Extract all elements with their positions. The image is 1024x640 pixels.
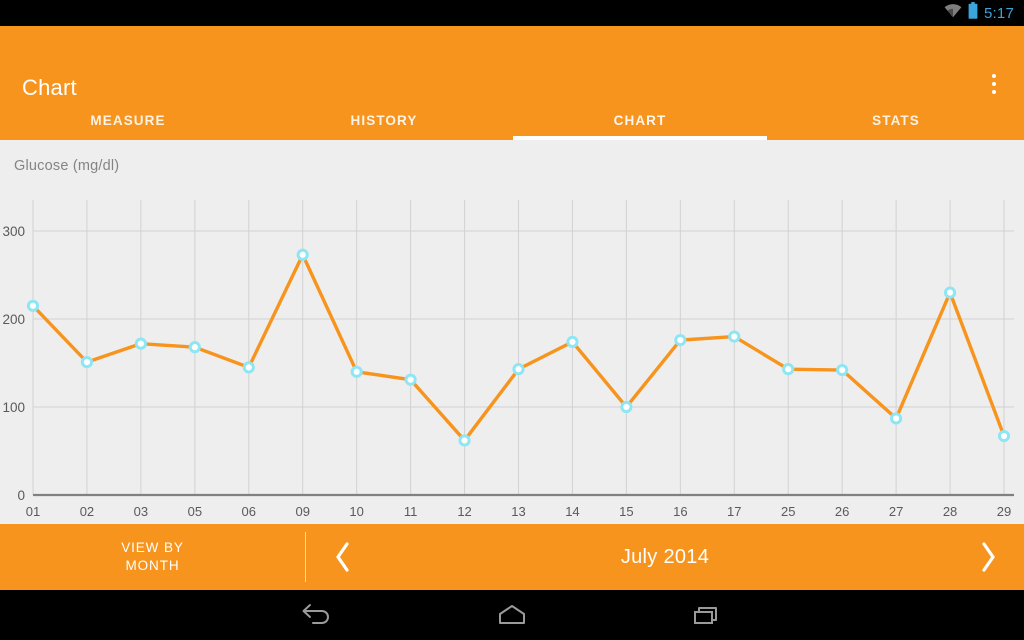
chart-data-point[interactable] <box>620 400 633 414</box>
view-by-label-line1: VIEW BY <box>121 539 184 555</box>
chart-data-point[interactable] <box>404 373 417 386</box>
x-axis-tick-label: 11 <box>404 504 418 519</box>
y-axis-tick-label: 0 <box>17 488 25 503</box>
tab-chart-label: CHART <box>613 112 667 128</box>
back-icon[interactable] <box>286 593 348 637</box>
chart-svg: 0 100 200 300 01 02 03 05 06 09 10 11 12 13 14 15 16 17 25… <box>2 200 1014 519</box>
status-bar: 5:17 <box>0 0 1024 26</box>
chart-data-point[interactable] <box>728 330 741 343</box>
y-axis-tick-label: 300 <box>2 224 25 239</box>
chart-data-point[interactable] <box>80 356 94 369</box>
x-axis-tick-label: 14 <box>565 504 579 519</box>
y-axis-tick-label: 100 <box>2 400 25 415</box>
tab-history-label: HISTORY <box>350 112 418 128</box>
x-axis-tick-label: 05 <box>188 504 202 519</box>
wifi-icon <box>944 3 962 23</box>
x-axis-tick-label: 12 <box>457 504 471 519</box>
chart-data-point[interactable] <box>836 363 849 377</box>
battery-icon <box>968 2 978 24</box>
x-axis-tick-label: 29 <box>997 504 1011 519</box>
tab-stats[interactable]: STATS <box>768 100 1024 140</box>
x-axis-tick-label: 25 <box>781 504 795 519</box>
status-bar-clock: 5:17 <box>984 4 1014 22</box>
chart-data-point[interactable] <box>512 363 525 376</box>
page-title: Chart <box>22 75 77 100</box>
overflow-dot <box>992 82 996 86</box>
chart-data-point[interactable] <box>943 286 957 299</box>
chart-data-point[interactable] <box>350 365 363 378</box>
x-axis-tick-label: 27 <box>889 504 903 519</box>
chart-data-point[interactable] <box>674 334 687 347</box>
x-axis-tick-label: 26 <box>835 504 849 519</box>
period-pager: July 2014 <box>306 524 1024 590</box>
chart-data-point[interactable] <box>242 361 255 374</box>
chart-data-point[interactable] <box>566 335 579 348</box>
home-icon[interactable] <box>481 593 543 637</box>
chart-data-point[interactable] <box>296 248 309 261</box>
overflow-dot <box>992 74 996 78</box>
chart-data-point[interactable] <box>782 363 795 376</box>
chart-data-point[interactable] <box>26 299 40 312</box>
x-axis-tick-label: 02 <box>80 504 94 519</box>
tab-history[interactable]: HISTORY <box>256 100 512 140</box>
x-axis-tick-label: 17 <box>727 504 741 519</box>
period-label: July 2014 <box>620 545 710 568</box>
tab-measure[interactable]: MEASURE <box>0 100 256 140</box>
tab-stats-label: STATS <box>872 112 920 128</box>
x-axis-tick-label: 28 <box>943 504 957 519</box>
android-nav-bar <box>0 590 1024 640</box>
chevron-right-icon[interactable] <box>952 541 1024 573</box>
app-root: 5:17 Chart MEASURE HISTORY CHART STATS G… <box>0 0 1024 640</box>
tab-bar: MEASURE HISTORY CHART STATS <box>0 100 1024 140</box>
y-axis-tick-label: 200 <box>2 312 25 327</box>
x-axis-tick-label: 13 <box>511 504 525 519</box>
x-axis-tick-label: 15 <box>619 504 633 519</box>
x-axis-tick-label: 10 <box>349 504 363 519</box>
chart-data-point[interactable] <box>890 412 903 425</box>
x-axis-tick-label: 01 <box>26 504 40 519</box>
overflow-dot <box>992 90 996 94</box>
chart-data-point[interactable] <box>458 434 471 447</box>
tab-chart[interactable]: CHART <box>512 100 768 140</box>
chart-footer-bar: VIEW BY MONTH July 2014 <box>0 524 1024 590</box>
tab-measure-label: MEASURE <box>90 112 166 128</box>
view-by-month-button[interactable]: VIEW BY MONTH <box>0 524 305 590</box>
chart-data-point[interactable] <box>997 429 1011 443</box>
chart-panel: Glucose (mg/dl) 0 100 200 300 01 02 03 05 06 09 10… <box>0 140 1024 524</box>
x-axis-tick-label: 09 <box>295 504 309 519</box>
glucose-line-chart[interactable]: 0 100 200 300 01 02 03 05 06 09 10 11 12 13 14 15 16 17 25… <box>0 140 1024 524</box>
recents-icon[interactable] <box>676 593 738 637</box>
view-by-label-line2: MONTH <box>125 558 180 573</box>
chart-data-point[interactable] <box>134 337 147 350</box>
chevron-left-icon[interactable] <box>306 541 378 573</box>
x-axis-tick-label: 16 <box>673 504 687 519</box>
action-bar: Chart <box>0 26 1024 100</box>
chart-data-point[interactable] <box>188 341 201 354</box>
x-axis-tick-label: 03 <box>134 504 148 519</box>
x-axis-tick-label: 06 <box>242 504 256 519</box>
